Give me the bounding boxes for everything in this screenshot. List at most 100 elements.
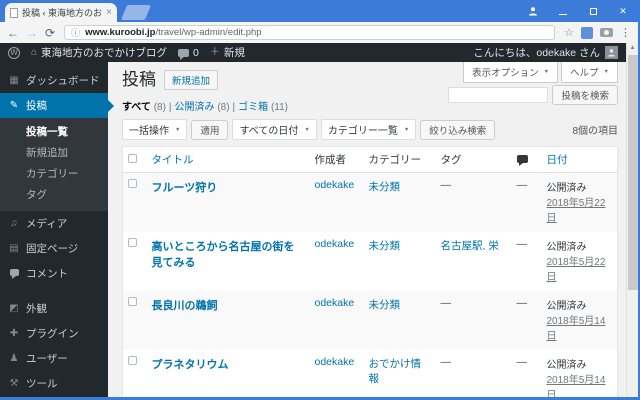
sidebar-item-dashboard[interactable]: ▦ ダッシュボード bbox=[0, 68, 108, 93]
site-name: 東海地方のおでかけブログ bbox=[41, 47, 168, 59]
sidebar-item-appearance[interactable]: ◩ 外観 bbox=[0, 296, 108, 321]
dashboard-icon: ▦ bbox=[9, 74, 19, 86]
help-button[interactable]: ヘルプ ▼ bbox=[561, 62, 618, 83]
post-date: 2018年5月14日 bbox=[546, 375, 606, 397]
profile-icon[interactable] bbox=[518, 0, 548, 22]
wordpress-logo-icon[interactable]: W bbox=[8, 46, 20, 59]
row-checkbox[interactable] bbox=[128, 297, 137, 307]
sidebar-item-comments[interactable]: コメント bbox=[0, 261, 108, 286]
filter-published-link[interactable]: 公開済み (8) bbox=[175, 102, 230, 113]
table-header-row: タイトル 作成者 カテゴリー タグ 日付 bbox=[122, 146, 618, 174]
sidebar-item-plugins[interactable]: ✚ プラグイン bbox=[0, 321, 108, 346]
add-new-button[interactable]: 新規追加 bbox=[164, 70, 219, 91]
post-status: 公開済み bbox=[546, 301, 587, 313]
admin-layout: ▦ ダッシュボード ✎ 投稿 投稿一覧 新規追加 カテゴリー タグ ♫ メディア… bbox=[0, 62, 626, 397]
author-link[interactable]: odekake bbox=[315, 356, 355, 368]
screenshot-extension-icon[interactable] bbox=[600, 28, 613, 37]
address-bar[interactable]: ⓘ www.kuroobi.jp/travel/wp-admin/edit.ph… bbox=[64, 25, 556, 40]
comments-empty: — bbox=[516, 238, 528, 251]
forward-icon[interactable]: → bbox=[26, 27, 38, 39]
account-menu[interactable]: こんにちは、odekake さん bbox=[473, 45, 618, 60]
filter-button[interactable]: 絞り込み検索 bbox=[420, 119, 496, 140]
url-path: /travel/wp-admin/edit.php bbox=[155, 27, 262, 38]
sidebar-item-users[interactable]: ♟ ユーザー bbox=[0, 346, 108, 371]
page-favicon-icon bbox=[10, 7, 18, 18]
plus-icon: ＋ bbox=[209, 46, 220, 58]
comments-empty: — bbox=[516, 297, 528, 310]
sidebar-item-posts[interactable]: ✎ 投稿 bbox=[0, 93, 108, 118]
new-content-menu[interactable]: ＋ 新規 bbox=[210, 45, 245, 60]
sidebar-item-pages[interactable]: ▤ 固定ページ bbox=[0, 236, 108, 261]
comments-shortcut[interactable]: 0 bbox=[178, 47, 199, 60]
author-link[interactable]: odekake bbox=[315, 297, 355, 309]
browser-window: 投稿 ‹ 東海地方のおでかけ × ✕ ← → ⟳ ⓘ www.kuroobi.j… bbox=[0, 0, 640, 400]
refresh-icon[interactable]: ⟳ bbox=[45, 27, 55, 39]
post-title-link[interactable]: フルーツ狩り bbox=[152, 182, 218, 194]
filter-trash-link[interactable]: ゴミ箱 (11) bbox=[238, 102, 288, 113]
tags-empty: — bbox=[440, 356, 452, 369]
category-link[interactable]: おでかけ情報 bbox=[369, 358, 422, 385]
browser-menu-icon[interactable]: ⋮ bbox=[620, 26, 631, 39]
bookmark-star-icon[interactable]: ☆ bbox=[564, 26, 574, 39]
apply-button[interactable]: 適用 bbox=[191, 119, 229, 140]
post-title-link[interactable]: プラネタリウム bbox=[152, 359, 229, 371]
tab-title: 投稿 ‹ 東海地方のおでかけ bbox=[22, 8, 102, 18]
scroll-up-icon[interactable]: ▲ bbox=[627, 43, 638, 54]
screen-meta-links: 表示オプション ▼ ヘルプ ▼ bbox=[463, 62, 618, 83]
date-filter-select[interactable]: すべての日付 ▼ bbox=[232, 119, 317, 141]
close-button[interactable]: ✕ bbox=[608, 0, 638, 22]
scrollbar[interactable]: ▲ bbox=[626, 43, 638, 397]
column-title[interactable]: タイトル bbox=[146, 146, 310, 174]
filter-all-link[interactable]: すべて (8) bbox=[122, 102, 166, 113]
tags-empty: — bbox=[440, 297, 452, 310]
submenu-item-tags[interactable]: タグ bbox=[0, 184, 108, 205]
scrollbar-thumb[interactable] bbox=[628, 55, 638, 290]
submenu-item-categories[interactable]: カテゴリー bbox=[0, 163, 108, 184]
site-menu[interactable]: ⌂ 東海地方のおでかけブログ bbox=[31, 45, 167, 60]
post-title-link[interactable]: 高いところから名古屋の街を見てみる bbox=[152, 241, 295, 269]
category-filter-select[interactable]: カテゴリー一覧 ▼ bbox=[320, 119, 417, 141]
tools-icon: ⚒ bbox=[9, 377, 19, 389]
search-posts-button[interactable]: 投稿を検索 bbox=[552, 85, 618, 105]
column-author: 作成者 bbox=[309, 146, 364, 174]
column-date[interactable]: 日付 bbox=[541, 146, 618, 174]
author-link[interactable]: odekake bbox=[315, 179, 355, 191]
sidebar-item-settings[interactable]: ⚙ 設定 bbox=[0, 396, 108, 397]
minimize-button[interactable] bbox=[548, 0, 578, 22]
maximize-button[interactable] bbox=[578, 0, 608, 22]
page-title: 投稿 bbox=[122, 70, 156, 89]
submenu-item-add-new[interactable]: 新規追加 bbox=[0, 142, 108, 163]
sidebar-item-media[interactable]: ♫ メディア bbox=[0, 211, 108, 236]
comments-empty: — bbox=[516, 179, 528, 192]
row-checkbox[interactable] bbox=[128, 238, 137, 248]
category-link[interactable]: 未分類 bbox=[369, 240, 401, 252]
category-link[interactable]: 未分類 bbox=[369, 299, 401, 311]
post-title-link[interactable]: 長良川の鵜飼 bbox=[152, 300, 218, 312]
browser-tab[interactable]: 投稿 ‹ 東海地方のおでかけ × bbox=[5, 3, 117, 22]
row-checkbox[interactable] bbox=[128, 179, 137, 189]
category-link[interactable]: 未分類 bbox=[369, 181, 401, 193]
tab-close-icon[interactable]: × bbox=[106, 7, 112, 18]
select-all-checkbox[interactable] bbox=[128, 153, 137, 163]
bulk-action-select[interactable]: 一括操作 ▼ bbox=[122, 119, 188, 141]
avatar bbox=[605, 46, 618, 59]
search-input[interactable] bbox=[448, 87, 549, 103]
submenu-item-all-posts[interactable]: 投稿一覧 bbox=[0, 121, 108, 142]
appearance-icon: ◩ bbox=[9, 302, 19, 314]
post-date: 2018年5月14日 bbox=[546, 316, 606, 343]
author-link[interactable]: odekake bbox=[315, 238, 355, 250]
screen-options-button[interactable]: 表示オプション ▼ bbox=[463, 62, 559, 83]
tag-link[interactable]: 名古屋駅, 栄 bbox=[441, 240, 499, 252]
extension-icon[interactable] bbox=[581, 26, 593, 39]
sidebar-item-tools[interactable]: ⚒ ツール bbox=[0, 371, 108, 396]
search-box-row: 投稿を検索 bbox=[448, 85, 618, 105]
back-icon[interactable]: ← bbox=[7, 27, 19, 39]
new-tab-button[interactable] bbox=[120, 5, 152, 20]
wp-admin-bar: W ⌂ 東海地方のおでかけブログ 0 ＋ 新規 こんにちは、odekake さん bbox=[0, 43, 626, 62]
greeting-text: こんにちは、odekake さん bbox=[473, 47, 600, 59]
page-info-icon[interactable]: ⓘ bbox=[71, 26, 80, 39]
chevron-down-icon: ▼ bbox=[543, 69, 550, 75]
chevron-down-icon: ▼ bbox=[175, 126, 181, 133]
row-checkbox[interactable] bbox=[128, 356, 137, 366]
chevron-down-icon: ▼ bbox=[603, 69, 609, 75]
